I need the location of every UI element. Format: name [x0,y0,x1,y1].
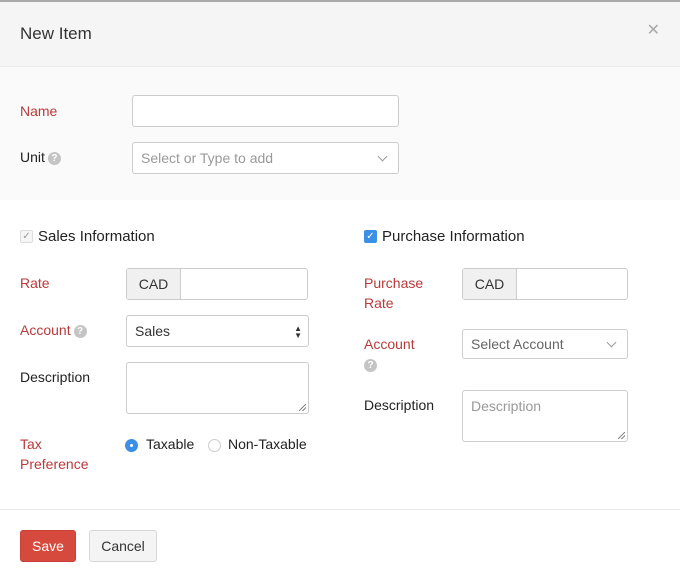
purchase-description-label: Description [364,397,435,413]
sort-arrows-icon: ▲ ▼ [294,324,302,340]
purchase-currency-addon: CAD [463,269,517,299]
purchase-rate-input[interactable]: CAD [462,268,628,300]
sales-currency-addon: CAD [127,269,181,299]
non-taxable-label[interactable]: Non-Taxable [228,434,307,454]
help-icon[interactable]: ? [364,359,377,372]
chevron-down-icon [606,337,617,348]
cancel-button[interactable]: Cancel [89,530,157,562]
unit-placeholder: Select or Type to add [141,150,274,166]
purchase-description-textarea[interactable]: Description [462,390,628,442]
tax-preference-label: Tax Preference [20,434,88,474]
new-item-dialog: New Item ✕ Name Unit? Select or Type to … [0,0,680,580]
dialog-header: New Item ✕ [0,2,680,67]
tax-label-line1: Tax [20,436,42,452]
dialog-title: New Item [20,24,92,43]
taxable-label[interactable]: Taxable [146,434,194,454]
name-input[interactable] [132,95,399,127]
unit-label: Unit? [20,147,61,167]
name-label: Name [20,103,58,119]
taxable-radio[interactable] [125,439,138,452]
purchase-rate-label-line1: Purchase [364,275,424,291]
purchase-rate-label-line2: Rate [364,295,394,311]
sales-section-title: Sales Information [38,228,155,245]
purchase-rate-label: Purchase Rate [364,273,423,313]
non-taxable-radio[interactable] [208,439,221,452]
purchase-account-placeholder: Select Account [471,336,564,352]
sales-account-label: Account? [20,320,87,340]
unit-label-text: Unit [20,149,45,165]
sales-account-value: Sales [135,323,171,339]
purchase-section-title: Purchase Information [382,228,525,245]
help-icon[interactable]: ? [73,325,87,338]
purchase-account-label: Account ? [364,334,415,374]
save-button[interactable]: Save [20,530,76,562]
dialog-footer [0,509,680,510]
sales-description-label: Description [20,369,91,385]
purchase-checkbox[interactable]: ✓ [364,230,377,243]
close-icon[interactable]: ✕ [647,20,660,40]
chevron-down-icon [377,151,388,162]
purchase-description-placeholder: Description [471,398,542,414]
sales-account-select[interactable]: Sales ▲ ▼ [126,315,309,347]
general-section: Name Unit? Select or Type to add [0,67,680,200]
purchase-account-label-text: Account [364,336,415,352]
tax-label-line2: Preference [20,456,89,472]
sales-description-textarea[interactable] [126,362,309,414]
help-icon[interactable]: ? [47,152,61,165]
resize-handle[interactable] [618,432,625,439]
sales-rate-input[interactable]: CAD [126,268,308,300]
sales-rate-label: Rate [20,275,50,291]
purchase-account-select[interactable]: Select Account [462,329,628,359]
unit-select[interactable]: Select or Type to add [132,142,399,174]
resize-handle[interactable] [299,404,306,411]
sales-checkbox[interactable]: ✓ [20,230,33,243]
sales-account-label-text: Account [20,322,71,338]
